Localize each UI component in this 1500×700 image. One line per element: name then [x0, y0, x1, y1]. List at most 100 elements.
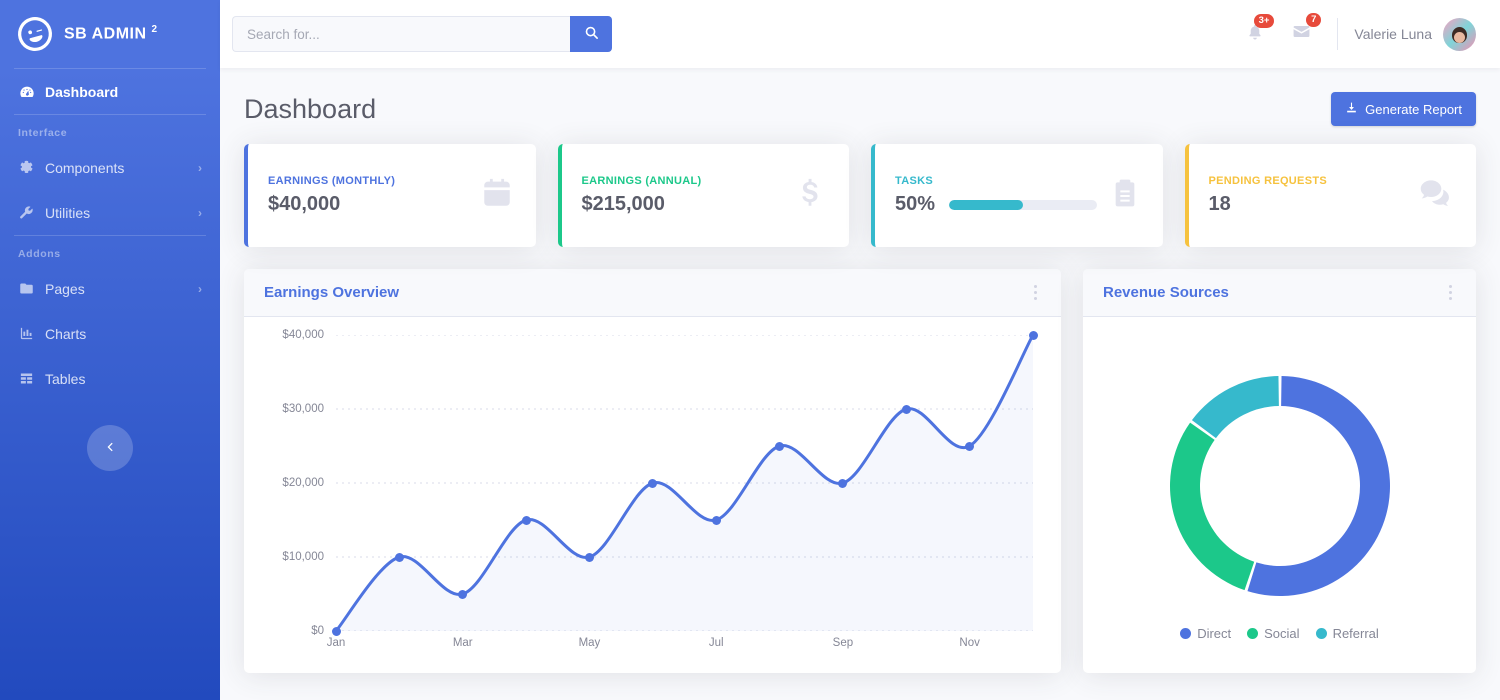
y-axis-labels: $0 $10,000 $20,000 $30,000 $40,000: [264, 329, 330, 661]
line-chart-svg: [336, 335, 1033, 631]
tasks-progress-bar: [949, 199, 1097, 210]
sidebar-item-charts[interactable]: Charts: [0, 311, 220, 356]
stat-value: 18: [1208, 193, 1231, 215]
chevron-right-icon: ›: [198, 205, 202, 220]
messages-badge: 7: [1306, 13, 1322, 28]
line-chart-point[interactable]: [458, 589, 468, 599]
clipboard-list-icon: [1109, 177, 1141, 214]
stat-card-earnings-annual[interactable]: Earnings (Annual) $215,000: [557, 144, 849, 247]
line-chart-point[interactable]: [711, 515, 721, 525]
page-header: Dashboard Generate Report: [244, 92, 1476, 126]
alerts-button[interactable]: 3+: [1232, 13, 1278, 46]
line-chart-point[interactable]: [648, 478, 658, 488]
download-icon: [1345, 101, 1358, 117]
stat-body: Tasks 50%: [895, 175, 1097, 216]
chevron-right-icon: ›: [198, 160, 202, 175]
stat-body: Earnings (Annual) $215,000: [582, 175, 782, 216]
sidebar-item-tables[interactable]: Tables: [0, 356, 220, 401]
stat-body: Earnings (Monthly) $40,000: [268, 175, 468, 216]
alerts-badge: 3+: [1253, 13, 1275, 28]
x-axis-tick-label: Jan: [326, 637, 346, 649]
sidebar-item-label: Components: [45, 159, 125, 176]
topbar-divider: [1337, 18, 1339, 50]
tasks-progress-fill: [949, 199, 1023, 210]
stat-card-pending-requests[interactable]: Pending Requests 18: [1184, 144, 1476, 247]
legend-label: Direct: [1197, 625, 1232, 641]
donut-slice[interactable]: Referral: 15: [1191, 375, 1279, 438]
x-axis-tick-label: May: [578, 637, 601, 649]
x-axis-tick-label: Nov: [959, 637, 980, 649]
brand-logo-link[interactable]: SB ADMIN 2: [0, 0, 220, 68]
chart-area-icon: [18, 325, 35, 342]
donut-slice[interactable]: Direct: 55: [1246, 375, 1390, 596]
card-header: Earnings Overview: [244, 269, 1061, 317]
sidebar-item-utilities[interactable]: Utilities ›: [0, 190, 220, 235]
ellipsis-vertical-icon[interactable]: [1445, 279, 1457, 307]
topbar: 3+ 7 Valerie Luna: [220, 0, 1500, 68]
sidebar-item-components[interactable]: Components ›: [0, 145, 220, 190]
sidebar-item-dashboard[interactable]: Dashboard: [0, 69, 220, 114]
legend-item-social[interactable]: Social: [1247, 625, 1300, 641]
stat-label: Earnings (Annual): [581, 175, 702, 187]
folder-icon: [18, 280, 35, 297]
card-body: Direct: 55Social: 30Referral: 15 Direct S…: [1083, 317, 1476, 673]
stat-label: Earnings (Monthly): [268, 175, 396, 187]
sidebar-heading-interface: Interface: [18, 127, 68, 139]
stat-card-tasks[interactable]: Tasks 50%: [871, 144, 1163, 247]
cog-icon: [18, 159, 35, 176]
search-form: [232, 16, 612, 52]
stat-value: $215,000: [581, 193, 665, 215]
sidebar-item-label: Utilities: [45, 204, 91, 221]
stat-card-earnings-monthly[interactable]: Earnings (Monthly) $40,000: [244, 144, 536, 247]
table-icon: [18, 370, 35, 387]
wrench-icon: [18, 204, 35, 221]
line-plot-area: [331, 330, 1038, 636]
stat-value: 50%: [895, 193, 936, 215]
line-chart-point[interactable]: [901, 404, 911, 414]
y-axis-tick-label: $40,000: [282, 329, 324, 341]
line-chart-point[interactable]: [584, 552, 594, 562]
x-axis-tick-label: Mar: [452, 637, 473, 649]
search-input[interactable]: [232, 16, 570, 52]
sidebar-toggle-button[interactable]: [87, 425, 133, 471]
y-axis-tick-label: $0: [311, 625, 324, 637]
ellipsis-vertical-icon[interactable]: [1030, 279, 1042, 307]
legend-label: Referral: [1332, 625, 1379, 641]
legend-item-direct[interactable]: Direct: [1180, 626, 1231, 641]
donut-slice[interactable]: Social: 30: [1169, 422, 1254, 590]
stat-value: $40,000: [268, 193, 341, 215]
line-chart-point[interactable]: [394, 552, 404, 562]
tachometer-icon: [18, 83, 35, 100]
stat-label: Tasks: [895, 175, 933, 187]
legend-item-referral[interactable]: Referral: [1315, 625, 1379, 641]
avatar: [1443, 17, 1476, 51]
legend-label: Social: [1264, 625, 1300, 641]
card-header: Revenue Sources: [1083, 269, 1476, 317]
user-menu[interactable]: Valerie Luna: [1350, 17, 1476, 51]
search-button[interactable]: [570, 16, 612, 52]
card-title: Revenue Sources: [1103, 284, 1229, 301]
sidebar-item-pages[interactable]: Pages ›: [0, 266, 220, 311]
line-chart-point[interactable]: [965, 441, 975, 451]
line-chart-point[interactable]: [1028, 330, 1038, 340]
earnings-overview-card: Earnings Overview $0 $10,000 $20,000 $30,00…: [244, 269, 1061, 673]
stat-value-row: $40,000: [268, 193, 468, 216]
legend-color-dot: [1247, 627, 1259, 639]
stat-value-row: 18: [1209, 193, 1405, 216]
line-chart-point[interactable]: [775, 441, 785, 451]
sidebar-item-label: Pages: [45, 280, 85, 297]
line-chart-point[interactable]: [838, 478, 848, 488]
generate-report-button[interactable]: Generate Report: [1331, 92, 1476, 126]
stat-value-row: 50%: [895, 193, 1097, 216]
messages-button[interactable]: 7: [1278, 13, 1325, 46]
stat-cards-row: Earnings (Monthly) $40,000 Earnings (Ann…: [244, 144, 1476, 247]
line-chart-point[interactable]: [521, 515, 531, 525]
sidebar-item-label: Tables: [45, 370, 86, 387]
generate-report-label: Generate Report: [1365, 101, 1462, 117]
calendar-icon: [480, 176, 514, 215]
card-body: $0 $10,000 $20,000 $30,000 $40,000 Jan Mar May…: [244, 317, 1061, 673]
earnings-line-chart: $0 $10,000 $20,000 $30,000 $40,000 Jan Mar May…: [264, 329, 1041, 661]
stat-body: Pending Requests 18: [1209, 175, 1405, 216]
search-icon: [584, 25, 599, 43]
x-axis-labels: Jan Mar May Jul Sep Nov: [327, 635, 1033, 661]
